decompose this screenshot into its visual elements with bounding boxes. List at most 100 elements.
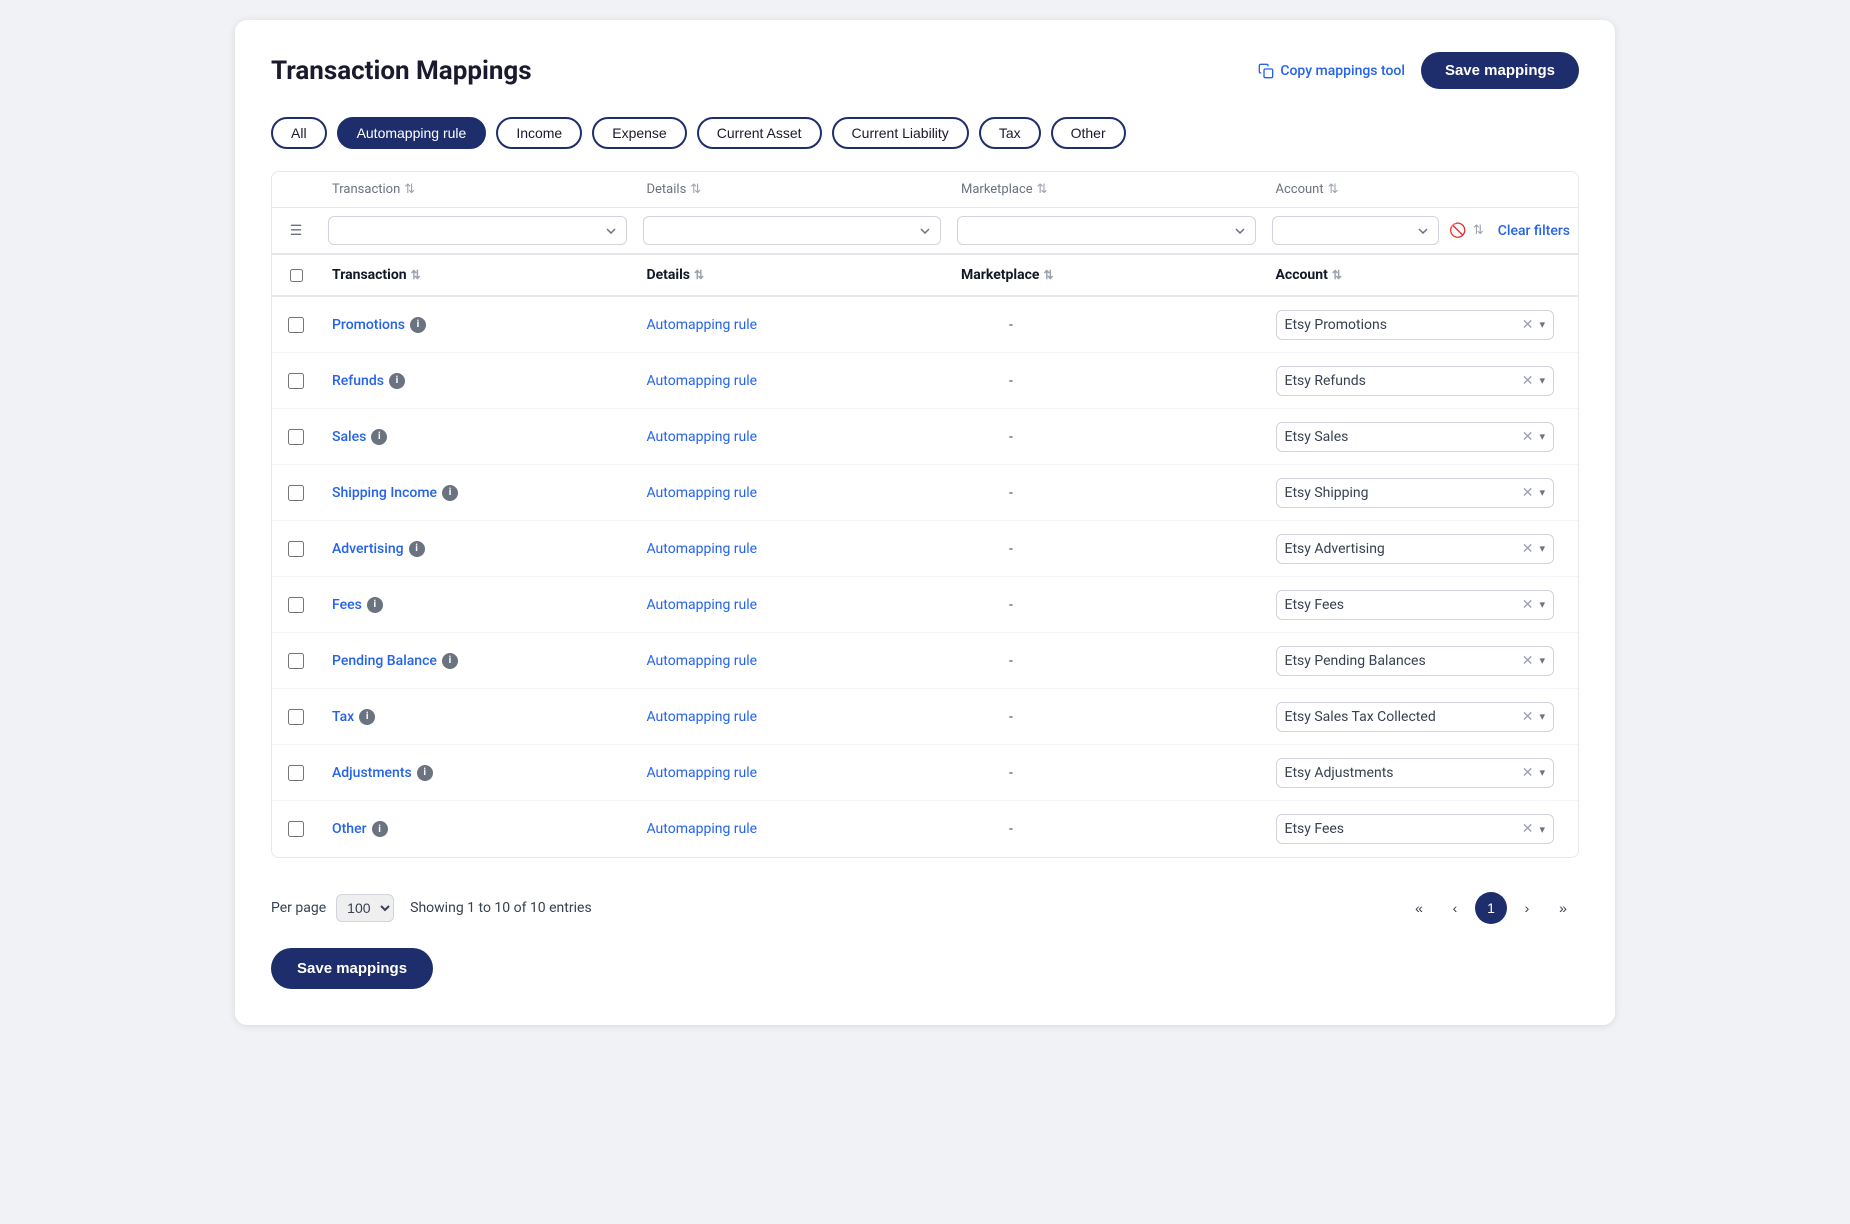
transaction-link-0[interactable]: Promotions i: [332, 317, 623, 333]
info-icon-1[interactable]: i: [389, 373, 405, 389]
account-chevron-icon-7[interactable]: ▾: [1539, 710, 1545, 723]
transaction-sort-icon[interactable]: ⇅: [404, 182, 415, 197]
filter-chip-other[interactable]: Other: [1051, 117, 1126, 149]
details-link-1[interactable]: Automapping rule: [647, 373, 758, 389]
row-checkbox-input-5[interactable]: [288, 597, 304, 613]
account-chevron-icon-2[interactable]: ▾: [1539, 430, 1545, 443]
account-data-sort-icon[interactable]: ⇅: [1332, 268, 1342, 282]
account-select-wrap-9[interactable]: Etsy Fees ✕ ▾: [1276, 814, 1555, 844]
row-checkbox-input-7[interactable]: [288, 709, 304, 725]
transaction-link-8[interactable]: Adjustments i: [332, 765, 623, 781]
details-link-9[interactable]: Automapping rule: [647, 821, 758, 837]
info-icon-3[interactable]: i: [442, 485, 458, 501]
select-all-checkbox[interactable]: [290, 269, 303, 282]
filter-chip-tax[interactable]: Tax: [979, 117, 1041, 149]
details-link-5[interactable]: Automapping rule: [647, 597, 758, 613]
col-header-transaction-sort[interactable]: Transaction ⇅: [320, 182, 635, 197]
account-select-wrap-8[interactable]: Etsy Adjustments ✕ ▾: [1276, 758, 1555, 788]
row-checkbox-input-3[interactable]: [288, 485, 304, 501]
marketplace-sort-icon[interactable]: ⇅: [1037, 182, 1048, 197]
info-icon-8[interactable]: i: [417, 765, 433, 781]
account-chevron-icon-3[interactable]: ▾: [1539, 486, 1545, 499]
transaction-data-sort-icon[interactable]: ⇅: [411, 268, 421, 282]
next-page-button[interactable]: ›: [1511, 892, 1543, 924]
account-select-wrap-0[interactable]: Etsy Promotions ✕ ▾: [1276, 310, 1555, 340]
row-checkbox-input-1[interactable]: [288, 373, 304, 389]
account-select-wrap-5[interactable]: Etsy Fees ✕ ▾: [1276, 590, 1555, 620]
account-clear-icon-2[interactable]: ✕: [1522, 429, 1534, 445]
row-checkbox-input-0[interactable]: [288, 317, 304, 333]
account-clear-icon-1[interactable]: ✕: [1522, 373, 1534, 389]
account-chevron-icon-8[interactable]: ▾: [1539, 766, 1545, 779]
col-header-account-sort[interactable]: Account ⇅: [1264, 182, 1579, 197]
info-icon-4[interactable]: i: [409, 541, 425, 557]
info-icon-0[interactable]: i: [410, 317, 426, 333]
account-chevron-icon-0[interactable]: ▾: [1539, 318, 1545, 331]
account-clear-icon-7[interactable]: ✕: [1522, 709, 1534, 725]
transaction-link-3[interactable]: Shipping Income i: [332, 485, 623, 501]
account-chevron-icon-1[interactable]: ▾: [1539, 374, 1545, 387]
account-select-wrap-4[interactable]: Etsy Advertising ✕ ▾: [1276, 534, 1555, 564]
filter-chip-income[interactable]: Income: [496, 117, 582, 149]
last-page-button[interactable]: »: [1547, 892, 1579, 924]
transaction-link-6[interactable]: Pending Balance i: [332, 653, 623, 669]
details-link-2[interactable]: Automapping rule: [647, 429, 758, 445]
marketplace-data-sort-icon[interactable]: ⇅: [1043, 268, 1053, 282]
account-chevron-icon-6[interactable]: ▾: [1539, 654, 1545, 667]
row-checkbox-input-6[interactable]: [288, 653, 304, 669]
account-clear-icon-5[interactable]: ✕: [1522, 597, 1534, 613]
filter-chip-current_liability[interactable]: Current Liability: [832, 117, 969, 149]
col-header-marketplace-sort[interactable]: Marketplace ⇅: [949, 182, 1264, 197]
tax-rate-filter-select[interactable]: [1272, 216, 1440, 245]
account-clear-icon-4[interactable]: ✕: [1522, 541, 1534, 557]
info-icon-7[interactable]: i: [359, 709, 375, 725]
account-select-wrap-1[interactable]: Etsy Refunds ✕ ▾: [1276, 366, 1555, 396]
account-clear-icon-0[interactable]: ✕: [1522, 317, 1534, 333]
row-checkbox-input-2[interactable]: [288, 429, 304, 445]
transaction-link-9[interactable]: Other i: [332, 821, 623, 837]
transaction-filter-select[interactable]: [328, 216, 627, 245]
filter-chip-current_asset[interactable]: Current Asset: [697, 117, 822, 149]
info-icon-6[interactable]: i: [442, 653, 458, 669]
filter-chip-automapping[interactable]: Automapping rule: [337, 117, 487, 149]
details-link-6[interactable]: Automapping rule: [647, 653, 758, 669]
account-select-wrap-7[interactable]: Etsy Sales Tax Collected ✕ ▾: [1276, 702, 1555, 732]
details-filter-select[interactable]: [643, 216, 942, 245]
details-sort-icon[interactable]: ⇅: [690, 182, 701, 197]
transaction-link-7[interactable]: Tax i: [332, 709, 623, 725]
info-icon-5[interactable]: i: [367, 597, 383, 613]
col-header-details-sort[interactable]: Details ⇅: [635, 182, 950, 197]
account-select-wrap-6[interactable]: Etsy Pending Balances ✕ ▾: [1276, 646, 1555, 676]
info-icon-2[interactable]: i: [371, 429, 387, 445]
account-clear-icon-6[interactable]: ✕: [1522, 653, 1534, 669]
row-checkbox-input-8[interactable]: [288, 765, 304, 781]
per-page-select[interactable]: 100 50 25: [336, 894, 394, 922]
account-clear-icon-3[interactable]: ✕: [1522, 485, 1534, 501]
transaction-link-5[interactable]: Fees i: [332, 597, 623, 613]
details-data-sort-icon[interactable]: ⇅: [694, 268, 704, 282]
account-chevron-icon-5[interactable]: ▾: [1539, 598, 1545, 611]
tax-sort-icon[interactable]: ⇅: [1473, 223, 1484, 238]
account-chevron-icon-4[interactable]: ▾: [1539, 542, 1545, 555]
save-mappings-button-top[interactable]: Save mappings: [1421, 52, 1579, 89]
account-sort-icon[interactable]: ⇅: [1328, 182, 1339, 197]
row-checkbox-input-4[interactable]: [288, 541, 304, 557]
marketplace-filter-select[interactable]: [957, 216, 1256, 245]
clear-filters-link[interactable]: Clear filters: [1498, 223, 1578, 239]
account-chevron-icon-9[interactable]: ▾: [1539, 823, 1545, 836]
current-page-button[interactable]: 1: [1475, 892, 1507, 924]
account-clear-icon-9[interactable]: ✕: [1522, 821, 1534, 837]
copy-mappings-tool-link[interactable]: Copy mappings tool: [1258, 63, 1405, 79]
account-select-wrap-3[interactable]: Etsy Shipping ✕ ▾: [1276, 478, 1555, 508]
transaction-link-4[interactable]: Advertising i: [332, 541, 623, 557]
account-clear-icon-8[interactable]: ✕: [1522, 765, 1534, 781]
details-link-8[interactable]: Automapping rule: [647, 765, 758, 781]
transaction-link-1[interactable]: Refunds i: [332, 373, 623, 389]
filter-chip-all[interactable]: All: [271, 117, 327, 149]
save-mappings-button-bottom[interactable]: Save mappings: [271, 948, 433, 989]
details-link-0[interactable]: Automapping rule: [647, 317, 758, 333]
row-checkbox-input-9[interactable]: [288, 821, 304, 837]
filter-chip-expense[interactable]: Expense: [592, 117, 686, 149]
transaction-link-2[interactable]: Sales i: [332, 429, 623, 445]
details-link-4[interactable]: Automapping rule: [647, 541, 758, 557]
